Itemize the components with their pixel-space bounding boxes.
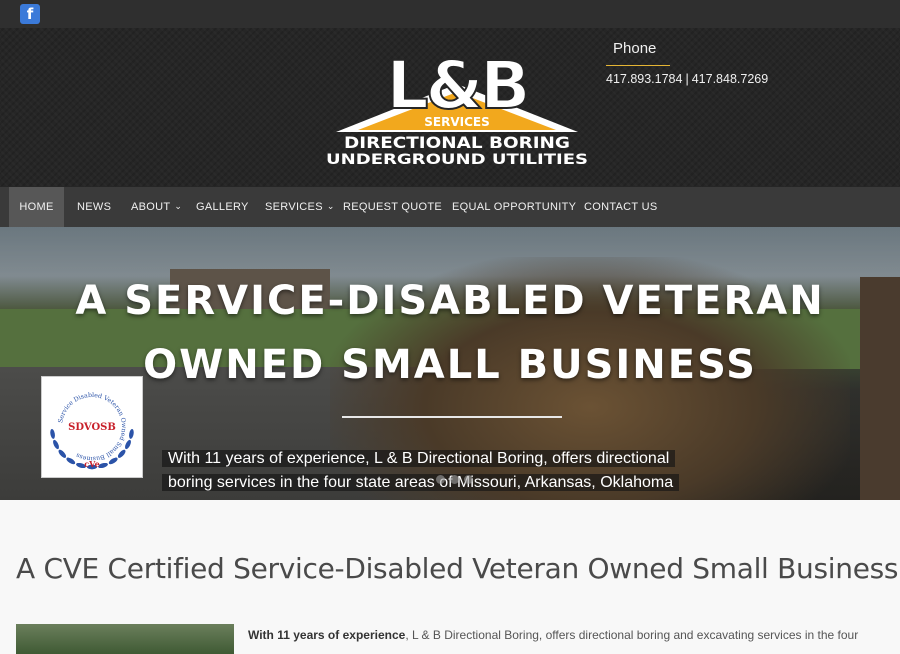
hero-slider[interactable]: A SERVICE-DISABLED VETERAN OWNED SMALL B… xyxy=(0,227,900,500)
facebook-icon[interactable]: f xyxy=(20,4,40,24)
logo-brand-text: L&B xyxy=(387,54,528,124)
slider-dot[interactable] xyxy=(450,475,459,484)
nav-services-label: SERVICES xyxy=(265,201,323,213)
slider-dot[interactable] xyxy=(464,475,473,484)
sdvosb-center-text: SDVOSB xyxy=(68,422,116,433)
laurel-leaf xyxy=(66,457,76,465)
chevron-down-icon: ⌄ xyxy=(174,201,183,211)
page-heading: A CVE Certified Service-Disabled Veteran… xyxy=(16,552,899,585)
phone-label: Phone xyxy=(606,40,670,66)
company-logo[interactable]: SERVICES L&B DIRECTIONAL BORING UNDERGRO… xyxy=(318,54,596,168)
phone-block: Phone 417.893.1784 | 417.848.7269 xyxy=(606,40,796,86)
laurel-leaf xyxy=(125,439,131,450)
intro-text: , L & B Directional Boring, offers direc… xyxy=(405,628,859,642)
phone-number-1[interactable]: 417.893.1784 xyxy=(606,72,682,86)
nav-gallery[interactable]: GALLERY xyxy=(196,187,249,227)
laurel-leaf xyxy=(108,457,118,465)
laurel-leaf xyxy=(58,449,67,458)
top-bar: f xyxy=(0,0,900,28)
nav-about-label: ABOUT xyxy=(131,201,171,213)
laurel-leaf xyxy=(53,439,59,450)
chevron-down-icon: ⌄ xyxy=(326,201,335,211)
nav-contact-us[interactable]: CONTACT US xyxy=(584,187,658,227)
laurel-leaf xyxy=(129,428,134,439)
phone-numbers: 417.893.1784 | 417.848.7269 xyxy=(606,72,796,86)
nav-news[interactable]: NEWS xyxy=(77,187,111,227)
sdvosb-badge: Service Disabled Veteran Owned Small Bus… xyxy=(41,376,143,478)
phone-number-2[interactable]: 417.848.7269 xyxy=(692,72,768,86)
nav-request-quote[interactable]: REQUEST QUOTE xyxy=(343,187,442,227)
nav-equal-opportunity[interactable]: EQUAL OPPORTUNITY xyxy=(452,187,576,227)
slider-dots xyxy=(436,471,478,489)
intro-bold: With 11 years of experience xyxy=(248,628,406,642)
slider-dot[interactable] xyxy=(436,475,445,484)
site-header: SERVICES L&B DIRECTIONAL BORING UNDERGRO… xyxy=(0,28,900,187)
nav-about[interactable]: ABOUT ⌄ xyxy=(131,187,182,227)
intro-paragraph: With 11 years of experience, L & B Direc… xyxy=(248,628,888,642)
hero-title-line1: A SERVICE-DISABLED VETERAN xyxy=(75,278,825,324)
phone-separator: | xyxy=(685,72,689,86)
laurel-leaf xyxy=(50,428,55,439)
logo-line2-text: UNDERGROUND UTILITIES xyxy=(326,152,588,168)
cve-mark: cVe xyxy=(84,459,99,469)
sdvosb-seal: Service Disabled Veteran Owned Small Bus… xyxy=(50,392,134,470)
hero-divider xyxy=(342,416,562,418)
main-nav: HOME NEWS ABOUT ⌄ GALLERY SERVICES ⌄ REQUE… xyxy=(0,187,900,227)
logo-line1-text: DIRECTIONAL BORING xyxy=(344,133,570,152)
nav-services[interactable]: SERVICES ⌄ xyxy=(265,187,335,227)
nav-home[interactable]: HOME xyxy=(9,187,64,227)
